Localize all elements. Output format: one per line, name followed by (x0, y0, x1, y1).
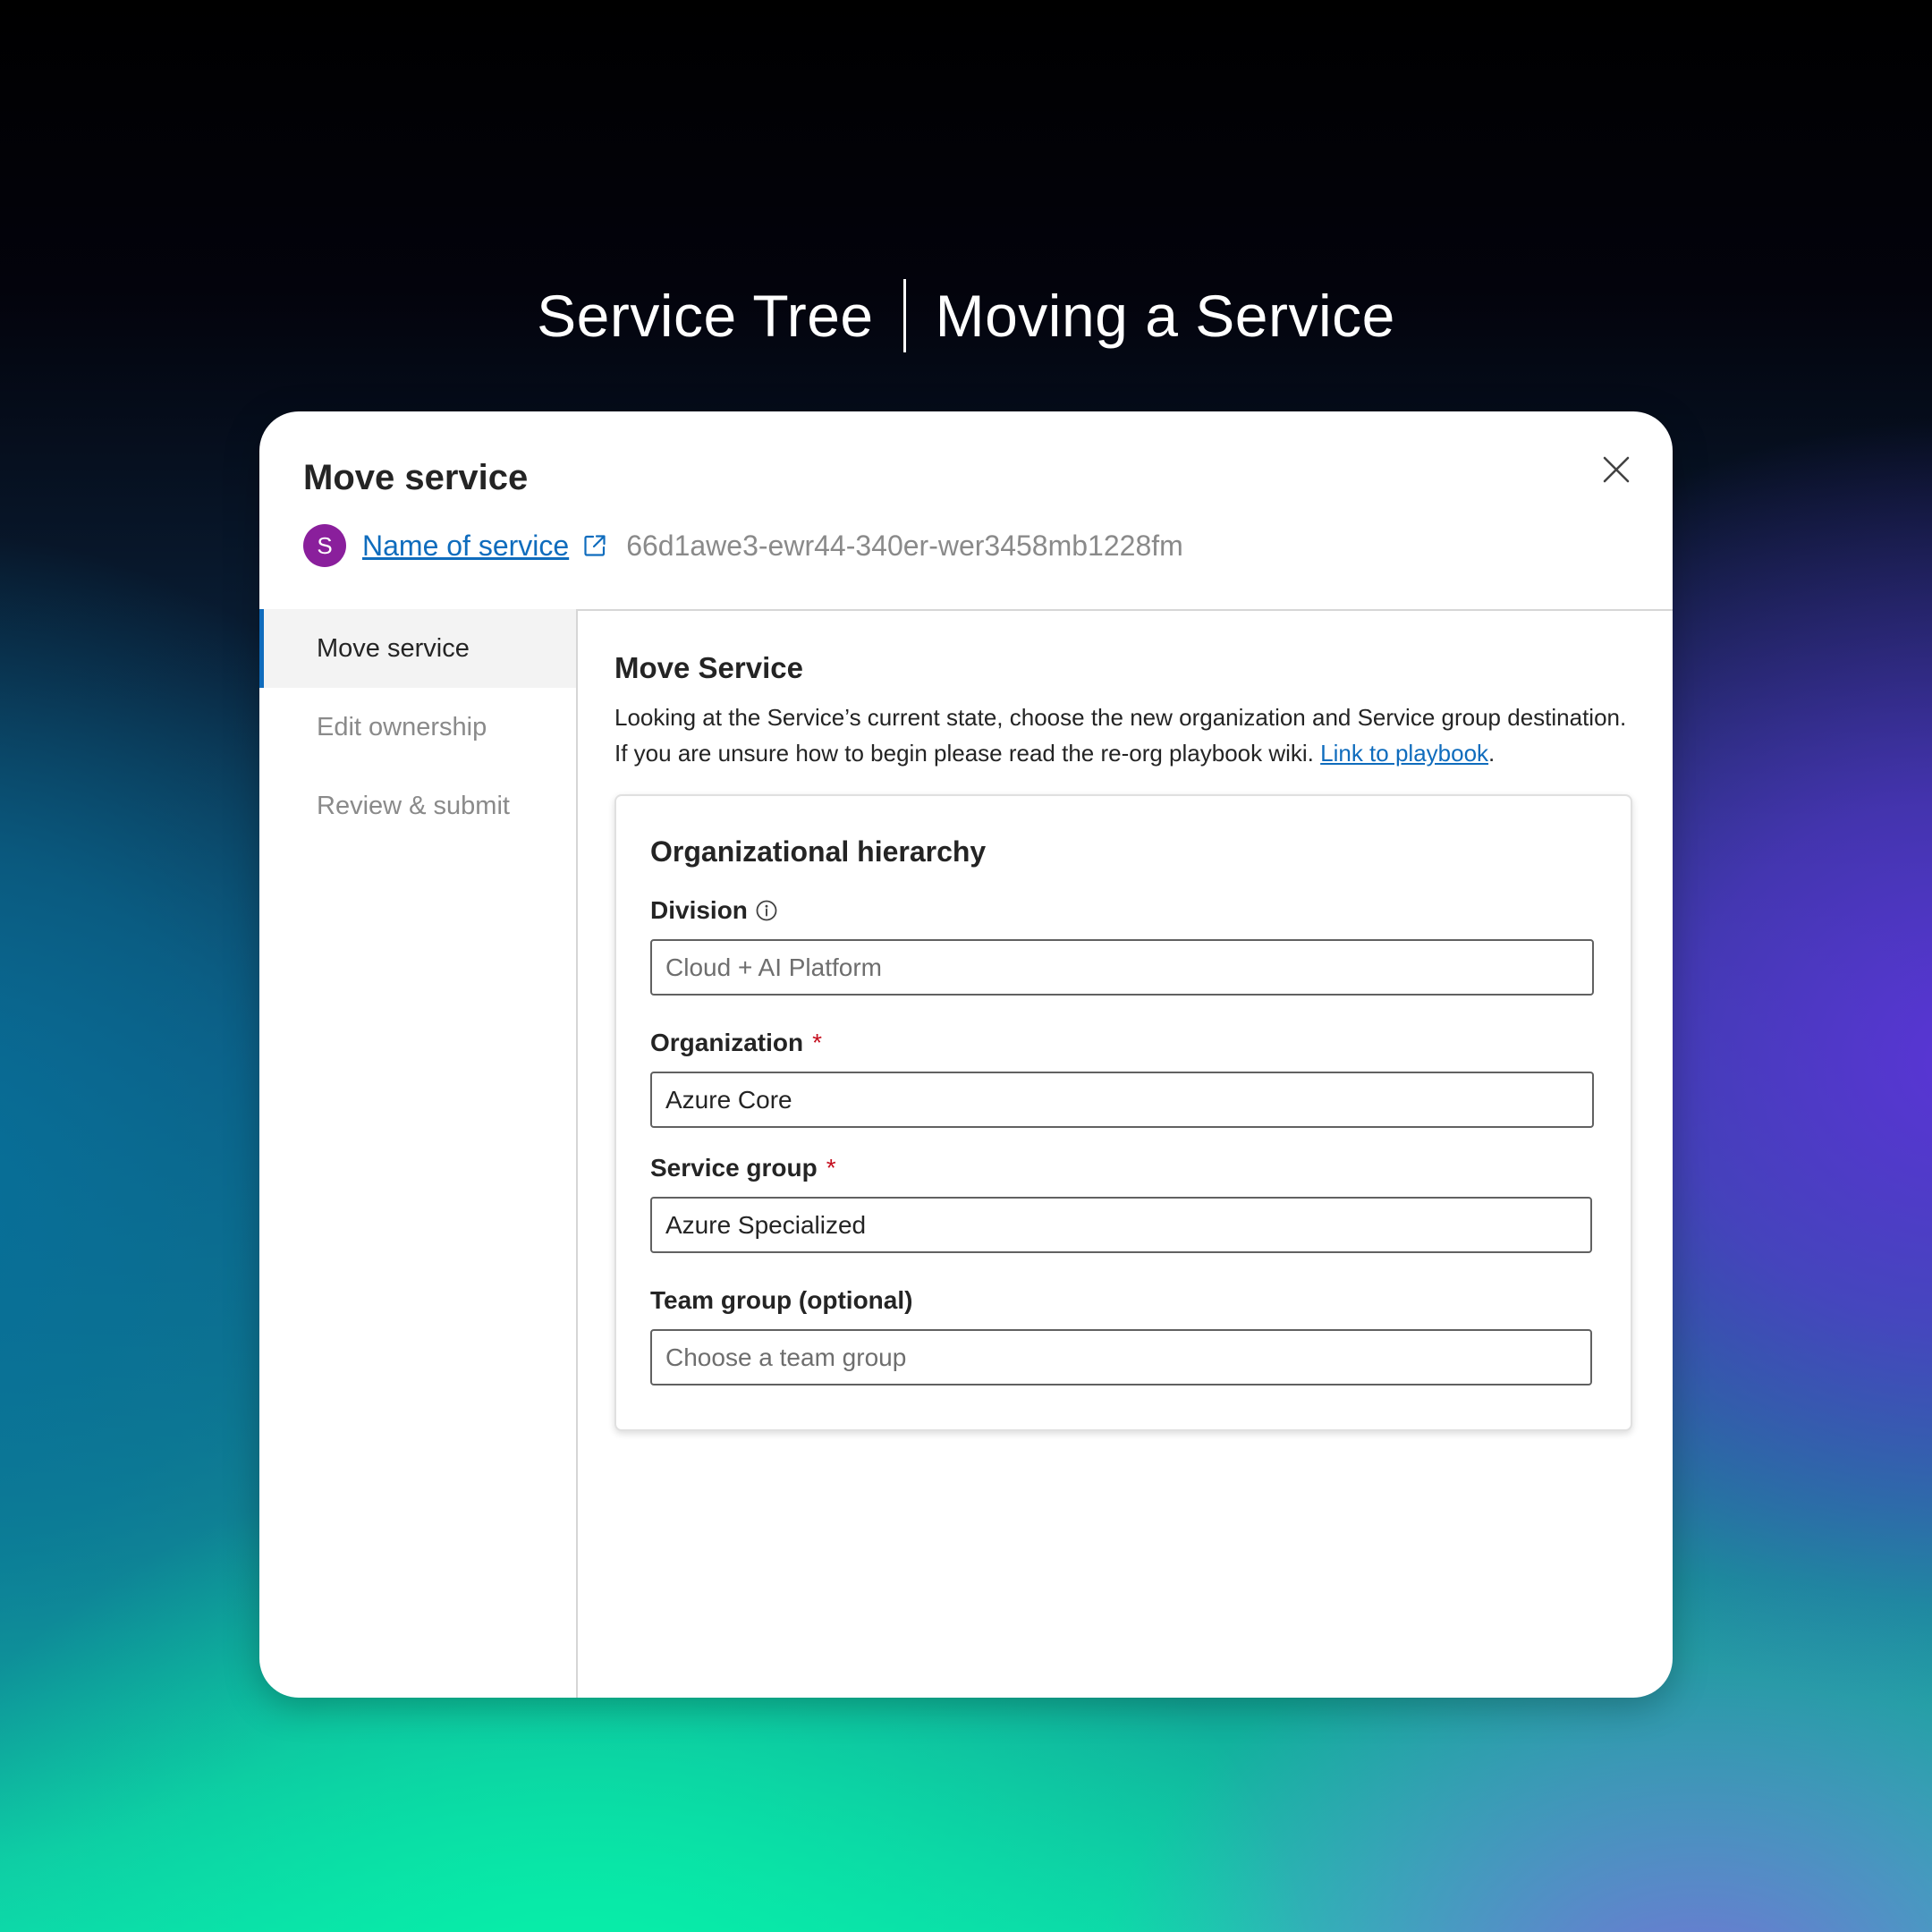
description-text: If you are unsure how to begin please re… (614, 740, 1314, 767)
organization-field[interactable] (650, 1072, 1594, 1128)
description-suffix: . (1488, 740, 1496, 767)
division-label: Division (650, 896, 778, 925)
main-content: Move Service Looking at the Service’s cu… (578, 609, 1673, 1698)
section-title: Move Service (614, 651, 803, 684)
description-line-2: If you are unsure how to begin please re… (614, 735, 1652, 771)
dialog-header: Move service S Name of service 66d1awe3-… (259, 411, 1673, 611)
hero-title-right: Moving a Service (935, 283, 1395, 349)
open-external-icon[interactable] (581, 532, 608, 559)
playbook-link[interactable]: Link to playbook (1320, 740, 1488, 767)
service-info-row: S Name of service 66d1awe3-ewr44-340er-w… (303, 524, 1183, 567)
nav-item-review-submit[interactable]: Review & submit (259, 767, 576, 845)
organization-label: Organization * (650, 1029, 822, 1057)
hero-title: Service Tree Moving a Service (0, 275, 1932, 356)
org-hierarchy-panel: Organizational hierarchy Division Organi… (614, 794, 1632, 1431)
service-group-required-mark: * (826, 1154, 836, 1182)
service-group-field[interactable] (650, 1197, 1592, 1253)
hero-title-left: Service Tree (537, 283, 874, 349)
description-line-1: Looking at the Service’s current state, … (614, 704, 1627, 731)
team-group-label-text: Team group (optional) (650, 1286, 913, 1314)
service-id: 66d1awe3-ewr44-340er-wer3458mb1228fm (626, 529, 1183, 562)
panel-title: Organizational hierarchy (650, 835, 987, 868)
nav-item-move-service[interactable]: Move service (259, 609, 576, 688)
team-group-field[interactable] (650, 1329, 1592, 1385)
hero-divider (902, 279, 906, 352)
close-icon[interactable] (1601, 454, 1631, 485)
organization-label-text: Organization (650, 1029, 804, 1056)
service-name-link[interactable]: Name of service (362, 530, 569, 563)
service-group-label-text: Service group (650, 1154, 818, 1182)
move-service-dialog: Move service S Name of service 66d1awe3-… (259, 411, 1673, 1698)
wizard-steps-nav: Move service Edit ownership Review & sub… (259, 609, 578, 1698)
info-icon[interactable] (755, 899, 778, 922)
division-field[interactable] (650, 939, 1594, 996)
team-group-label: Team group (optional) (650, 1286, 912, 1315)
dialog-title: Move service (303, 458, 529, 497)
organization-required-mark: * (812, 1029, 823, 1056)
section-description: Looking at the Service’s current state, … (614, 699, 1652, 771)
service-group-label: Service group * (650, 1154, 836, 1182)
service-avatar: S (303, 524, 346, 567)
division-label-text: Division (650, 896, 748, 924)
nav-item-edit-ownership[interactable]: Edit ownership (259, 688, 576, 767)
